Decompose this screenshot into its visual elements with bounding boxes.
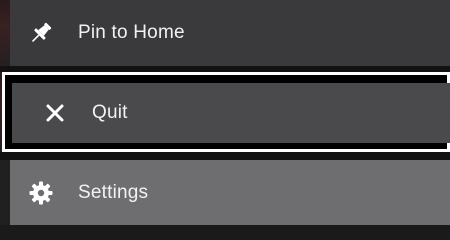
menu-item-quit[interactable]: Quit (12, 83, 450, 143)
menu-item-label: Settings (78, 181, 149, 203)
background-edge (0, 0, 10, 66)
menu-item-pin-to-home[interactable]: Pin to Home (10, 0, 450, 66)
menu-item-settings[interactable]: Settings (10, 160, 450, 225)
close-icon (42, 100, 68, 126)
pin-icon (28, 20, 54, 46)
menu-item-label: Quit (92, 102, 128, 123)
menu-item-label: Pin to Home (78, 22, 185, 43)
background-edge (0, 160, 10, 225)
gear-icon (28, 180, 54, 206)
context-menu: Pin to Home Quit Settings (0, 0, 450, 225)
